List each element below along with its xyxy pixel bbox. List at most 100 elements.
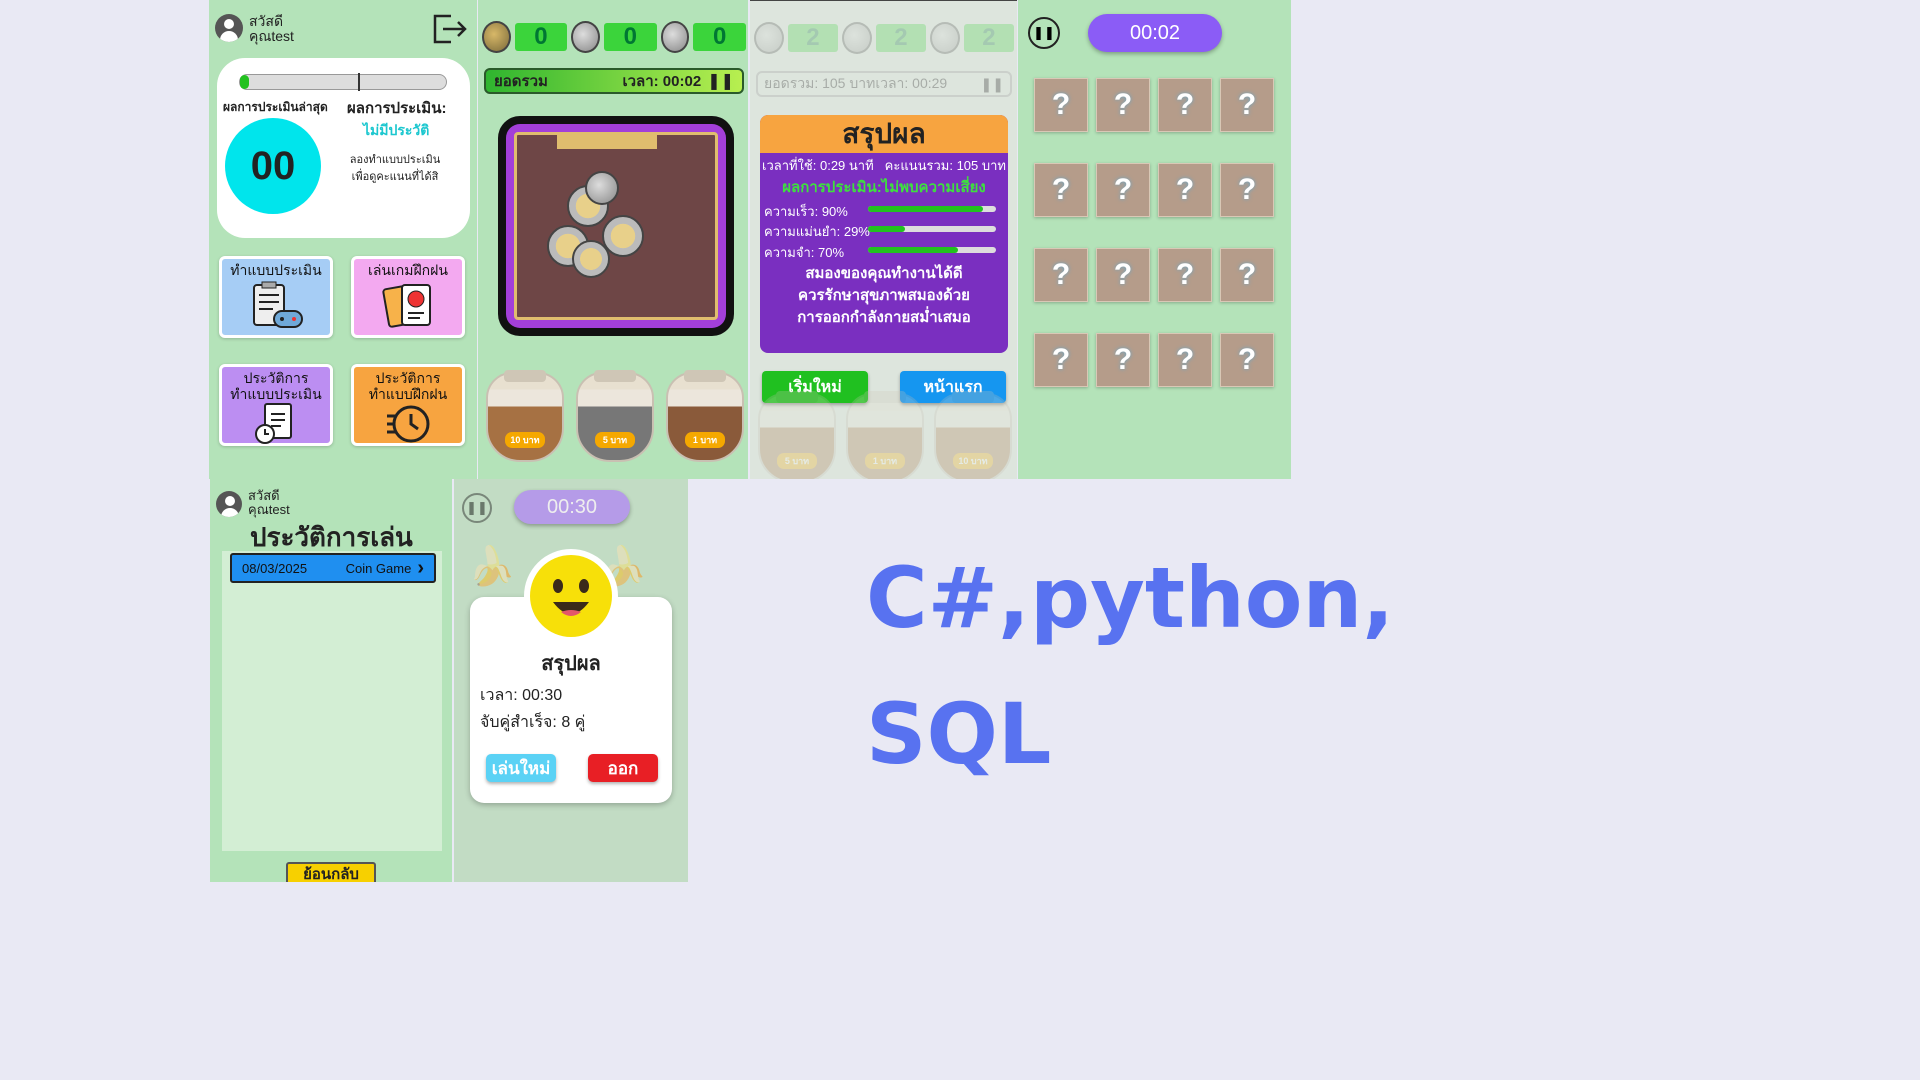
history-assessment-line-2: ทำแบบประเมิน <box>230 386 322 402</box>
advice-text: สมองของคุณทำงานได้ดี ควรรักษาสุขภาพสมองด… <box>760 263 1008 329</box>
result-label: ผลการประเมิน: <box>347 100 447 117</box>
coin-5-icon <box>571 21 600 53</box>
result-title: สรุปผล <box>842 118 926 149</box>
history-practice-line-2: ทำแบบฝึกฝน <box>368 386 448 402</box>
memory-card[interactable]: ? <box>1158 248 1212 302</box>
hint-text: ลองทำแบบประเมิน เพื่อดูคะแนนที่ได้สิ <box>345 152 445 186</box>
memory-card[interactable]: ? <box>1096 248 1150 302</box>
hint-line-1: ลองทำแบบประเมิน <box>349 154 441 166</box>
exit-button[interactable]: ออก <box>588 754 658 782</box>
coin-tray <box>498 116 734 336</box>
faded-count-1: 2 <box>963 24 1014 52</box>
chevron-right-icon: › <box>417 556 424 579</box>
history-username-label: คุณtest <box>248 502 290 517</box>
memory-card[interactable]: ? <box>1220 248 1274 302</box>
flashcards-strawberry-icon <box>382 284 431 328</box>
history-list[interactable] <box>222 551 442 851</box>
total-label: ยอดรวม <box>494 73 548 90</box>
document-clock-icon <box>255 403 292 444</box>
pause-button-icon[interactable]: ❚❚ <box>1028 17 1060 49</box>
metric-speed-label: ความเร็ว: 90% <box>764 204 848 219</box>
assessment-tile[interactable]: ทำแบบประเมิน <box>219 256 333 338</box>
memory-card[interactable]: ? <box>1034 333 1088 387</box>
faded-total-bar: ยอดรวม: 105 บาทเวลา: 00:29 ❚❚ <box>756 71 1012 97</box>
jar-1[interactable]: 1 บาท <box>666 370 744 462</box>
coin-counter-row: 0 0 0 <box>482 20 747 54</box>
memory-card[interactable]: ? <box>1096 333 1150 387</box>
memory-timer: 00:02 <box>1088 14 1222 52</box>
history-avatar-icon <box>216 491 242 517</box>
memory-card[interactable]: ? <box>1034 248 1088 302</box>
jar-10[interactable]: 10 บาท <box>486 370 564 462</box>
faded-count-5: 2 <box>875 24 926 52</box>
memory-card[interactable]: ? <box>1158 333 1212 387</box>
memory-card[interactable]: ? <box>1034 78 1088 132</box>
tray-coin-4[interactable] <box>572 240 610 278</box>
entry-game: Coin Game <box>345 560 412 576</box>
latest-label: ผลการประเมินล่าสุด <box>223 100 328 114</box>
memory-card[interactable]: ? <box>1158 78 1212 132</box>
history-greeting-label: สวัสดี <box>248 488 280 503</box>
greeting-label: สวัสดี <box>249 13 284 29</box>
metric-memory-fill <box>868 247 958 253</box>
memory-card[interactable]: ? <box>1034 163 1088 217</box>
result-modal: สรุปผล เวลาที่ใช้: 0:29 นาที คะแนนรวม: 1… <box>760 115 1008 353</box>
tech-stack-text: C#,python, SQL <box>866 530 1394 802</box>
assessment-text: ผลการประเมิน:ไม่พบความเสี่ยง <box>782 179 986 196</box>
history-entry[interactable]: 08/03/2025 Coin Game › <box>230 553 436 583</box>
faded-coin-10-icon <box>754 22 784 54</box>
practice-tile-label: เล่นเกมฝึกฝน <box>368 262 448 278</box>
entry-date: 08/03/2025 <box>242 560 308 576</box>
match-time-line: เวลา: 00:30 <box>480 687 563 704</box>
memory-card[interactable]: ? <box>1096 78 1150 132</box>
jar-10-label: 10 บาท <box>505 432 545 448</box>
greeting-text: สวัสดี คุณtest <box>249 14 294 44</box>
jar-5[interactable]: 5 บาท <box>576 370 654 462</box>
coin-10-count: 0 <box>514 23 568 51</box>
faded-coin-1-icon <box>930 22 960 54</box>
progress-track <box>239 73 447 91</box>
jar-5-label: 5 บาท <box>595 432 635 448</box>
memory-card[interactable]: ? <box>1220 163 1274 217</box>
faded-pause-button-icon: ❚❚ <box>462 493 492 523</box>
history-clock-icon <box>387 405 430 443</box>
score-card: ผลการประเมินล่าสุด 00 ผลการประเมิน: ไม่ม… <box>217 58 470 238</box>
result-value: ไม่มีประวัติ <box>363 122 430 138</box>
coin-5-count: 0 <box>603 23 657 51</box>
faded-count-10: 2 <box>787 24 838 52</box>
time-used: เวลาที่ใช้: 0:29 นาที <box>762 158 874 173</box>
result-stats-line: เวลาที่ใช้: 0:29 นาที คะแนนรวม: 105 บาท <box>760 155 1008 176</box>
history-screen: สวัสดี คุณtest ประวัติการเล่น 08/03/2025… <box>210 479 452 882</box>
memory-card[interactable]: ? <box>1158 163 1212 217</box>
match-title: สรุปผล <box>541 653 601 675</box>
coin-10-icon <box>482 21 511 53</box>
total-bar: ยอดรวม เวลา: 00:02 ❚❚ <box>484 68 744 94</box>
tray-frame <box>506 124 726 328</box>
metric-memory-label: ความจำ: 70% <box>764 245 845 260</box>
history-assessment-tile[interactable]: ประวัติการ ทำแบบประเมิน <box>219 364 333 446</box>
pause-icon[interactable]: ❚❚ <box>707 71 734 91</box>
jar-1-label: 1 บาท <box>685 432 725 448</box>
metric-accuracy-fill <box>868 226 906 232</box>
back-button[interactable]: ย้อนกลับ <box>286 862 376 882</box>
history-assessment-line-1: ประวัติการ <box>243 370 309 386</box>
metric-speed-fill <box>868 206 984 212</box>
logout-icon[interactable] <box>431 12 469 46</box>
advice-line-3: การออกกำลังกายสม่ำเสมอ <box>797 309 971 326</box>
tray-coin-5[interactable] <box>585 171 619 205</box>
progress-fill <box>240 75 249 89</box>
metric-speed-bar <box>868 206 996 212</box>
memory-card[interactable]: ? <box>1220 333 1274 387</box>
faded-pause-icon: ❚❚ <box>980 75 1004 92</box>
memory-card[interactable]: ? <box>1096 163 1150 217</box>
history-practice-tile[interactable]: ประวัติการ ทำแบบฝึกฝน <box>351 364 465 446</box>
memory-card[interactable]: ? <box>1220 78 1274 132</box>
total-score: คะแนนรวม: 105 บาท <box>884 158 1006 173</box>
advice-line-1: สมองของคุณทำงานได้ดี <box>805 265 963 282</box>
tech-stack-line-2: SQL <box>866 685 1052 783</box>
replay-button[interactable]: เล่นใหม่ <box>486 754 556 782</box>
progress-marker <box>358 73 360 91</box>
coin-1-count: 0 <box>693 23 747 51</box>
practice-tile[interactable]: เล่นเกมฝึกฝน <box>351 256 465 338</box>
metric-accuracy-label: ความแม่นยำ: 29% <box>764 224 870 239</box>
